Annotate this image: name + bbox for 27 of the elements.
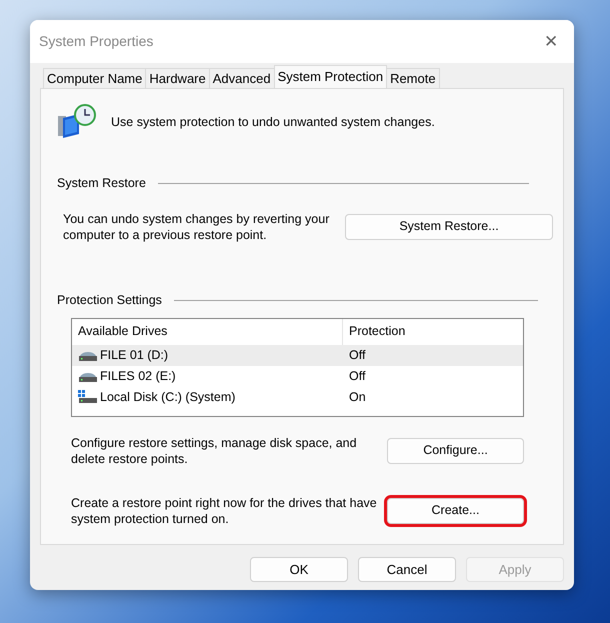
window-title: System Properties xyxy=(39,32,154,51)
protection-status: Off xyxy=(348,346,366,364)
system-restore-button[interactable]: System Restore... xyxy=(345,214,553,240)
tab[interactable]: System Protection xyxy=(274,65,388,88)
table-row[interactable]: FILE 01 (D:) Off xyxy=(72,344,523,366)
table-row[interactable]: Local Disk (C:) (System) On xyxy=(72,386,523,408)
tab[interactable]: Computer Name xyxy=(43,68,146,88)
action-description: Create a restore point right now for the drives that have system protection turned on. xyxy=(71,494,378,526)
close-button[interactable]: ✕ xyxy=(542,28,560,54)
group-heading: System Restore xyxy=(57,175,146,192)
column-header[interactable]: Protection xyxy=(343,322,406,341)
intro-text: Use system protection to undo unwanted system changes. xyxy=(111,114,435,131)
table-row[interactable]: FILES 02 (E:) Off xyxy=(72,366,523,386)
protection-status: Off xyxy=(348,368,366,385)
computer-clock-icon xyxy=(57,104,97,140)
drive-name: FILES 02 (E:) xyxy=(100,368,176,385)
dialog-button[interactable]: OK xyxy=(250,557,348,582)
tab[interactable]: Remote xyxy=(386,68,440,88)
drive-name: FILE 01 (D:) xyxy=(100,346,168,364)
system-drive-icon xyxy=(78,390,98,404)
restore-description: You can undo system changes by reverting your computer to a previous restore point. xyxy=(63,210,330,243)
action-description: Configure restore settings, manage disk space, and delete restore points. xyxy=(71,434,358,466)
dialog-button[interactable]: Cancel xyxy=(358,557,456,582)
action-button[interactable]: Configure... xyxy=(387,438,524,464)
drive-name: Local Disk (C:) (System) xyxy=(100,388,236,406)
protection-status: On xyxy=(348,388,366,406)
group-heading: Protection Settings xyxy=(57,292,162,309)
